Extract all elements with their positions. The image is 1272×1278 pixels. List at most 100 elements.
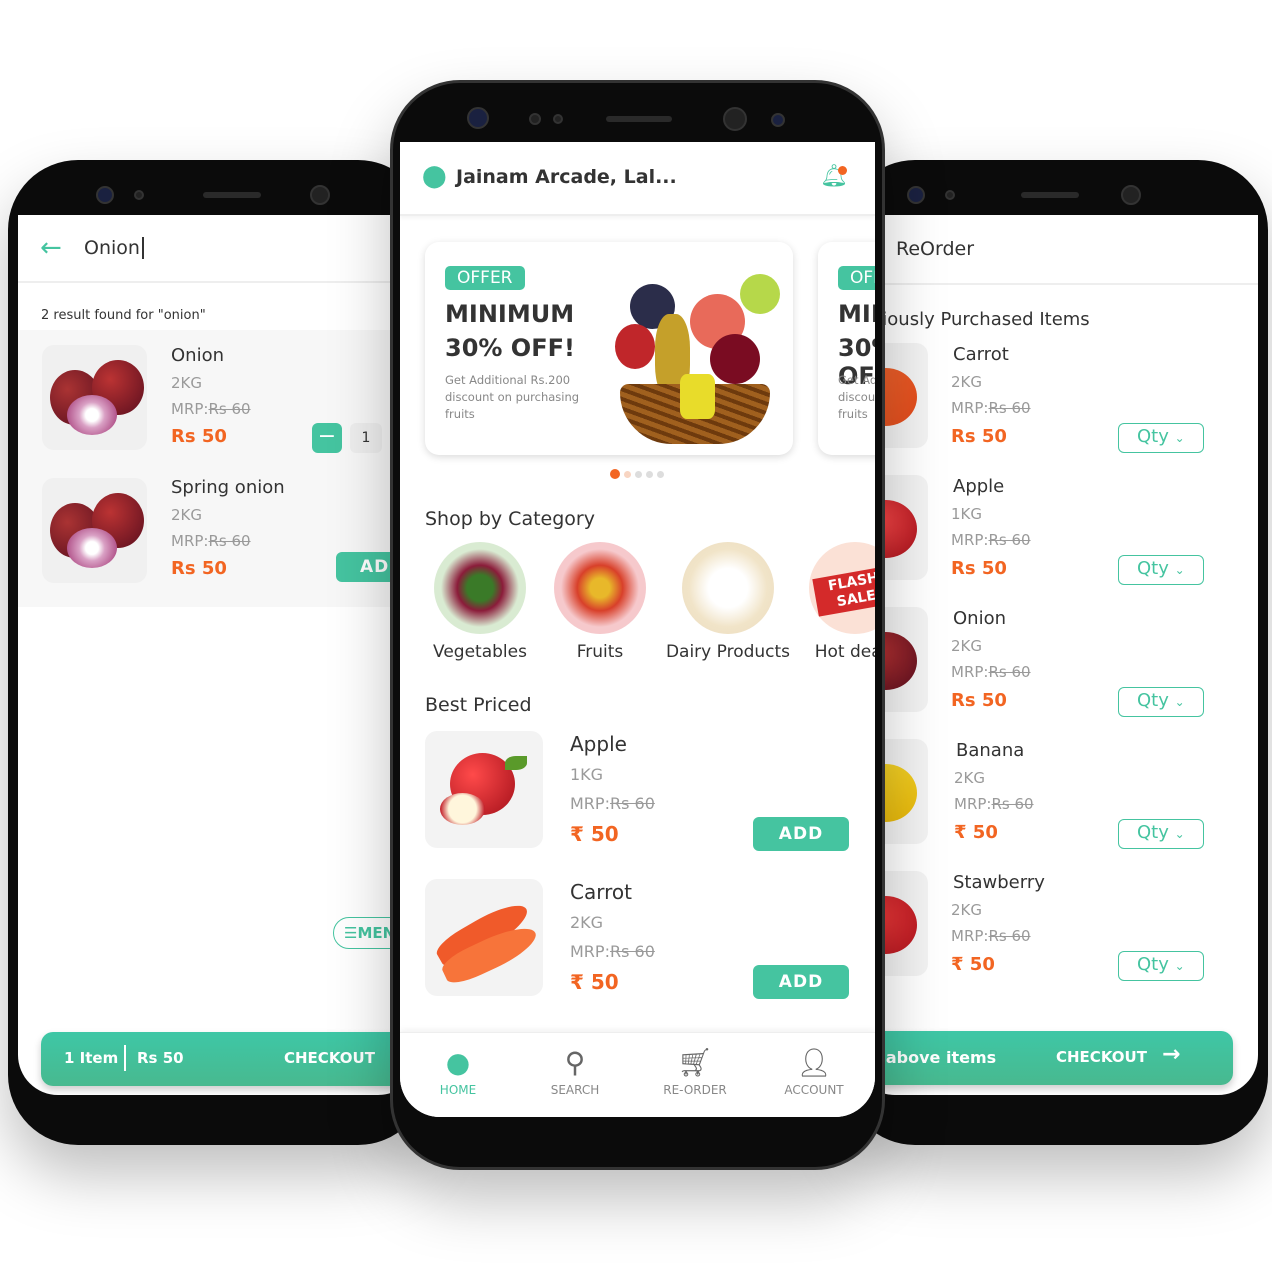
category-label: Hot deals [814, 642, 875, 662]
product-weight: 2KG [570, 913, 604, 932]
checkout-bar[interactable]: 1 Item Rs 50 CHECKOUT [41, 1032, 418, 1086]
arrow-right-icon: → [1162, 1042, 1181, 1067]
right-phone: ReOrder Previously Purchased Items Carro… [845, 160, 1268, 1145]
camera-icon [96, 186, 114, 204]
product-mrp: MRP:Rs 60 [570, 942, 655, 961]
chevron-down-icon: ⌄ [1174, 827, 1185, 841]
user-icon: 👤︎ [796, 1046, 832, 1079]
carousel-dot[interactable] [646, 470, 653, 478]
decrement-button[interactable]: − [312, 423, 342, 453]
search-input[interactable]: Onion [84, 237, 144, 259]
nav-home[interactable]: ● HOME [408, 1043, 508, 1097]
checkout-bar[interactable]: Add above items CHECKOUT → [855, 1031, 1233, 1085]
item-price: ₹ 50 [954, 822, 998, 843]
apple-image [425, 731, 543, 848]
item-price: ₹ 50 [951, 954, 995, 975]
mrp-label: MRP: [951, 927, 989, 945]
qty-dropdown[interactable]: Qty ⌄ [1118, 555, 1204, 585]
mrp-value: Rs 60 [988, 663, 1031, 681]
reorder-screen: ReOrder Previously Purchased Items Carro… [855, 215, 1258, 1095]
section-title: Previously Purchased Items [855, 309, 1090, 330]
sensor-icon [771, 113, 785, 127]
offer-banner[interactable]: OFFER MINIMUM 30% OFF! Get Additional Rs… [425, 242, 793, 455]
center-phone: ⬤ Jainam Arcade, Lal... 🔔︎ OFFER MINIMUM… [390, 80, 885, 1170]
item-name: Onion [171, 345, 224, 366]
qty-dropdown[interactable]: Qty ⌄ [1118, 687, 1204, 717]
speaker [606, 116, 672, 122]
nav-search[interactable]: ⚲ SEARCH [525, 1043, 625, 1097]
item-mrp: MRP:Rs 60 [951, 399, 1031, 417]
speaker [1021, 192, 1079, 198]
back-arrow-icon[interactable]: ← [40, 233, 62, 263]
checkout-label: CHECKOUT [1056, 1048, 1147, 1066]
front-camera-icon [310, 185, 330, 205]
carousel-dot[interactable] [624, 470, 631, 478]
search-screen: ← Onion 2 result found for "onion" Onion… [18, 215, 418, 1095]
carousel-dot[interactable] [635, 470, 642, 478]
location-pin-icon: ⬤ [422, 164, 447, 189]
carousel-dot-active[interactable] [610, 469, 620, 479]
product-weight: 1KG [570, 765, 604, 784]
qty-dropdown[interactable]: Qty ⌄ [1118, 951, 1204, 981]
cart-item-count: 1 Item [64, 1049, 119, 1067]
product-name: Carrot [570, 880, 632, 904]
flash-sale-image: FLASH SALE [809, 542, 875, 634]
item-weight: 2KG [171, 506, 203, 524]
chevron-down-icon: ⌄ [1174, 959, 1185, 973]
spring-onion-image [42, 478, 147, 583]
nav-account[interactable]: 👤︎ ACCOUNT [764, 1043, 864, 1097]
mrp-label: MRP: [570, 942, 610, 961]
mrp-value: Rs 60 [988, 531, 1031, 549]
carousel-dot[interactable] [657, 470, 664, 478]
nav-label: RE-ORDER [663, 1083, 727, 1097]
add-button[interactable]: ADD [753, 817, 849, 851]
item-name: Banana [956, 740, 1025, 761]
notification-dot [838, 166, 847, 175]
mrp-label: MRP: [570, 794, 610, 813]
qty-dropdown[interactable]: Qty ⌄ [1118, 819, 1204, 849]
nav-label: ACCOUNT [784, 1083, 844, 1097]
item-weight: 2KG [171, 374, 203, 392]
home-screen: ⬤ Jainam Arcade, Lal... 🔔︎ OFFER MINIMUM… [400, 142, 875, 1117]
page-title: ReOrder [896, 238, 975, 260]
category-dairy-products[interactable]: Dairy Products [658, 542, 798, 662]
qty-dropdown[interactable]: Qty ⌄ [1118, 423, 1204, 453]
offer-title-line1: MINIMUM [838, 300, 875, 328]
chevron-down-icon: ⌄ [1174, 431, 1185, 445]
checkout-label: CHECKOUT [284, 1049, 375, 1067]
section-title: Shop by Category [425, 508, 595, 530]
qty-label: Qty [1137, 954, 1169, 975]
offer-badge: OFFER [838, 266, 875, 290]
product-price: ₹ 50 [570, 970, 619, 994]
product-mrp: MRP:Rs 60 [570, 794, 655, 813]
sensor-icon [945, 190, 955, 200]
chevron-down-icon: ⌄ [1174, 563, 1185, 577]
location-label[interactable]: Jainam Arcade, Lal... [456, 166, 677, 188]
add-button[interactable]: ADD [753, 965, 849, 999]
offer-description: Get Additional Rs.200 discount on purcha… [838, 373, 875, 421]
sensor-icon [134, 190, 144, 200]
carousel-dots[interactable] [610, 469, 664, 479]
mrp-value: Rs 60 [208, 400, 251, 418]
product-price: ₹ 50 [570, 822, 619, 846]
mrp-label: MRP: [171, 532, 209, 550]
item-name: Stawberry [953, 872, 1045, 893]
front-camera-icon [723, 107, 747, 131]
fruits-image [554, 542, 646, 634]
offer-banner-next[interactable]: OFFER MINIMUM 30% OFF! Get Additional Rs… [818, 242, 875, 455]
category-label: Vegetables [433, 642, 527, 662]
qty-label: Qty [1137, 822, 1169, 843]
category-vegetables[interactable]: Vegetables [425, 542, 535, 662]
item-price: Rs 50 [171, 426, 227, 447]
category-label: Fruits [576, 642, 624, 662]
item-mrp: MRP:Rs 60 [954, 795, 1034, 813]
item-weight: 2KG [951, 901, 983, 919]
chevron-down-icon: ⌄ [1174, 695, 1185, 709]
category-fruits[interactable]: Fruits [545, 542, 655, 662]
item-weight: 2KG [951, 637, 983, 655]
category-hot-deals[interactable]: FLASH SALE Hot deals [800, 542, 875, 662]
fruit-basket-image [600, 254, 785, 444]
mrp-label: MRP: [951, 531, 989, 549]
quantity-value: 1 [350, 423, 382, 453]
nav-re-order[interactable]: 🛒︎ RE-ORDER [645, 1043, 745, 1097]
